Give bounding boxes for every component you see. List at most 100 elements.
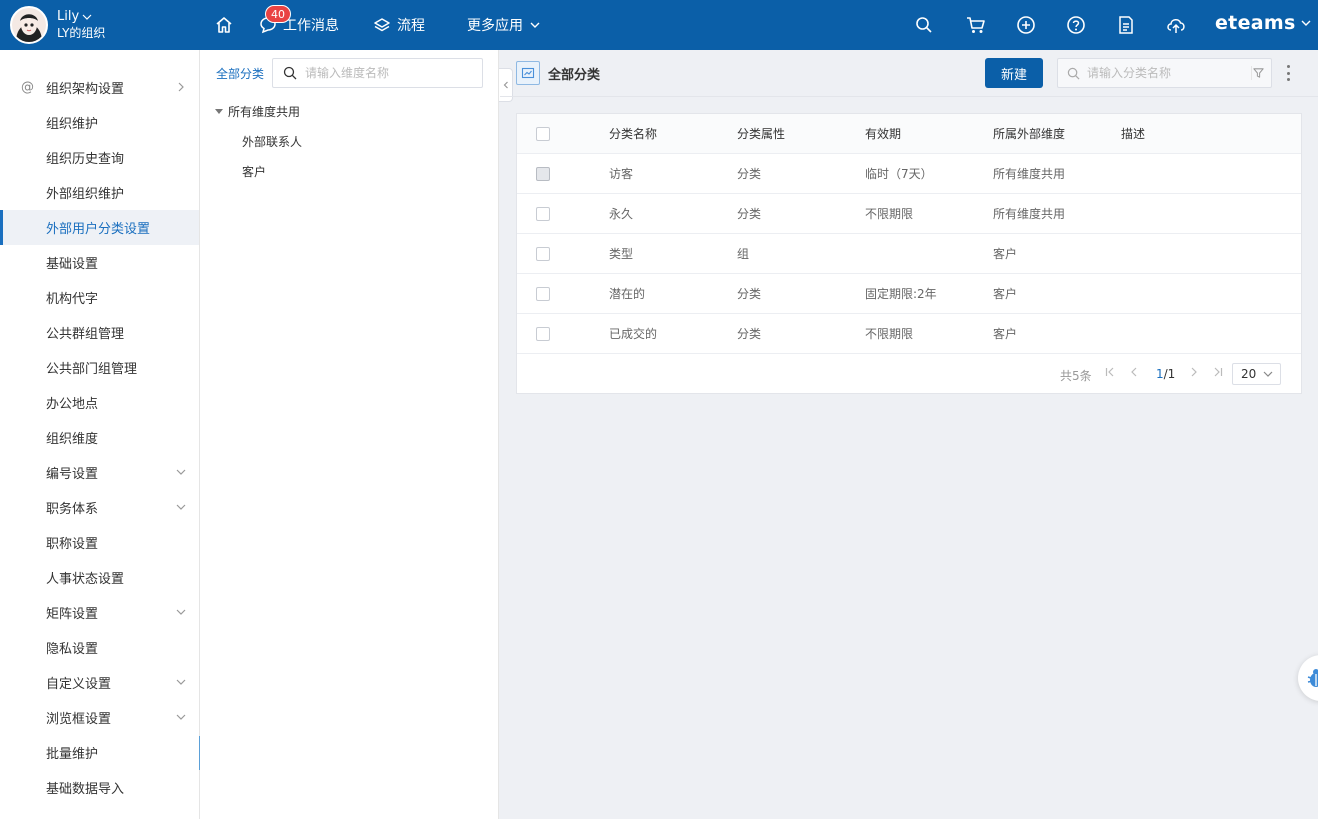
sidebar-item-label: 公共群组管理 <box>46 327 125 342</box>
sidebar-item-label: 机构代字 <box>46 292 99 307</box>
sidebar-item-office-locations[interactable]: 办公地点 <box>0 385 199 420</box>
page-size-value: 20 <box>1241 367 1257 381</box>
tree-node-customers[interactable]: 客户 <box>242 163 266 180</box>
sidebar-item-browse-box[interactable]: 浏览框设置 <box>0 700 199 735</box>
sidebar-item-public-groups[interactable]: 公共群组管理 <box>0 315 199 350</box>
tree-search-box[interactable] <box>272 58 483 88</box>
total-count: 共5条 <box>1060 369 1092 383</box>
report-icon[interactable] <box>1114 13 1138 37</box>
row-checkbox[interactable] <box>536 247 550 261</box>
chevron-down-icon <box>1301 20 1311 26</box>
chevron-down-icon <box>82 14 92 20</box>
sidebar-item-external-user-category[interactable]: 外部用户分类设置 <box>0 210 199 245</box>
new-button[interactable]: 新建 <box>985 58 1043 88</box>
brand-menu[interactable]: eteams <box>1215 12 1312 34</box>
cart-icon[interactable] <box>964 13 988 37</box>
next-page-icon[interactable] <box>1187 366 1201 382</box>
table-row[interactable]: 类型 组 客户 <box>517 234 1301 274</box>
bug-icon <box>1307 669 1318 687</box>
select-all-checkbox[interactable] <box>536 127 550 141</box>
tree-node-label: 客户 <box>242 165 267 179</box>
sidebar-item-label: 基础设置 <box>46 257 99 272</box>
table-row[interactable]: 潜在的 分类 固定期限:2年 客户 <box>517 274 1301 314</box>
sidebar: @ 组织架构设置 组织维护 组织历史查询 外部组织维护 外部用户分类设置 基础设… <box>0 50 200 819</box>
column-header-name[interactable]: 分类名称 <box>609 114 657 154</box>
sidebar-item-numbering[interactable]: 编号设置 <box>0 455 199 490</box>
first-page-icon[interactable] <box>1103 366 1117 382</box>
tree-node-root[interactable]: 所有维度共用 <box>215 103 300 120</box>
cell-dimension: 客户 <box>993 287 1018 301</box>
filter-icon[interactable] <box>1251 66 1265 80</box>
user-name: Lily <box>57 9 80 24</box>
column-header-attribute[interactable]: 分类属性 <box>737 114 785 154</box>
cell-attribute: 分类 <box>737 167 762 181</box>
sidebar-item-label: 外部组织维护 <box>46 187 125 202</box>
chevron-down-icon <box>176 679 186 685</box>
cell-attribute: 分类 <box>737 287 762 301</box>
sidebar-item-org-settings[interactable]: @ 组织架构设置 <box>0 70 199 105</box>
sidebar-item-label: 矩阵设置 <box>46 607 99 622</box>
category-search-input[interactable] <box>1087 66 1232 80</box>
sidebar-item-label: 公共部门组管理 <box>46 362 138 377</box>
sidebar-item-org-dimensions[interactable]: 组织维度 <box>0 420 199 455</box>
chevron-down-icon <box>176 609 186 615</box>
brand-logo: eteams <box>1215 12 1296 34</box>
sidebar-item-personnel-status[interactable]: 人事状态设置 <box>0 560 199 595</box>
sidebar-item-titles[interactable]: 职称设置 <box>0 525 199 560</box>
prev-page-icon[interactable] <box>1127 366 1141 382</box>
nav-more-apps[interactable]: 更多应用 <box>467 0 541 50</box>
sidebar-item-data-import[interactable]: 基础数据导入 <box>0 770 199 805</box>
sidebar-item-basic-settings[interactable]: 基础设置 <box>0 245 199 280</box>
sidebar-item-label: 编号设置 <box>46 467 99 482</box>
cell-dimension: 客户 <box>993 327 1018 341</box>
last-page-icon[interactable] <box>1211 366 1225 382</box>
chevron-down-icon <box>530 22 540 28</box>
category-search-box[interactable] <box>1057 58 1272 88</box>
sidebar-item-batch-maintenance[interactable]: 批量维护 <box>0 735 199 770</box>
tree-title[interactable]: 全部分类 <box>216 65 264 82</box>
row-checkbox[interactable] <box>536 287 550 301</box>
sidebar-item-job-system[interactable]: 职务体系 <box>0 490 199 525</box>
plus-circle-icon[interactable] <box>1014 13 1038 37</box>
cell-validity: 固定期限:2年 <box>865 287 937 301</box>
cell-name: 潜在的 <box>609 287 646 301</box>
home-button[interactable] <box>214 0 234 50</box>
cell-validity: 不限期限 <box>865 327 914 341</box>
column-header-validity[interactable]: 有效期 <box>865 114 901 154</box>
cell-attribute: 分类 <box>737 327 762 341</box>
sidebar-item-org-history[interactable]: 组织历史查询 <box>0 140 199 175</box>
cell-name: 访客 <box>609 167 634 181</box>
table-row[interactable]: 访客 分类 临时（7天） 所有维度共用 <box>517 154 1301 194</box>
page-size-select[interactable]: 20 <box>1232 363 1281 385</box>
page-indicator: 1/1 <box>1156 367 1175 381</box>
caret-down-icon[interactable] <box>215 109 223 114</box>
row-checkbox[interactable] <box>536 207 550 221</box>
user-menu[interactable]: Lily LY的组织 <box>10 6 105 44</box>
column-header-dimension[interactable]: 所属外部维度 <box>993 114 1065 154</box>
column-header-description[interactable]: 描述 <box>1121 114 1145 154</box>
row-checkbox[interactable] <box>536 167 550 181</box>
help-icon[interactable] <box>1064 13 1088 37</box>
nav-workflow[interactable]: 流程 <box>373 0 425 50</box>
sidebar-item-matrix[interactable]: 矩阵设置 <box>0 595 199 630</box>
cell-validity: 临时（7天） <box>865 167 933 181</box>
tree-search-input[interactable] <box>305 66 475 80</box>
sidebar-item-privacy[interactable]: 隐私设置 <box>0 630 199 665</box>
table-row[interactable]: 已成交的 分类 不限期限 客户 <box>517 314 1301 354</box>
sidebar-item-org-maintenance[interactable]: 组织维护 <box>0 105 199 140</box>
table-row[interactable]: 永久 分类 不限期限 所有维度共用 <box>517 194 1301 234</box>
sidebar-item-public-dept-groups[interactable]: 公共部门组管理 <box>0 350 199 385</box>
row-checkbox[interactable] <box>536 327 550 341</box>
sidebar-item-label: 组织历史查询 <box>46 152 125 167</box>
nav-messages-label: 工作消息 <box>283 18 339 34</box>
sidebar-item-org-code[interactable]: 机构代字 <box>0 280 199 315</box>
sidebar-item-label: 外部用户分类设置 <box>46 222 151 237</box>
cloud-upload-icon[interactable] <box>1164 13 1188 37</box>
sidebar-item-custom[interactable]: 自定义设置 <box>0 665 199 700</box>
page-title: 全部分类 <box>548 68 601 83</box>
search-icon[interactable] <box>912 13 936 37</box>
more-options-icon[interactable] <box>1282 63 1294 83</box>
sidebar-item-external-org[interactable]: 外部组织维护 <box>0 175 199 210</box>
tree-node-external-contacts[interactable]: 外部联系人 <box>242 133 302 150</box>
bug-report-button[interactable] <box>1298 655 1318 701</box>
